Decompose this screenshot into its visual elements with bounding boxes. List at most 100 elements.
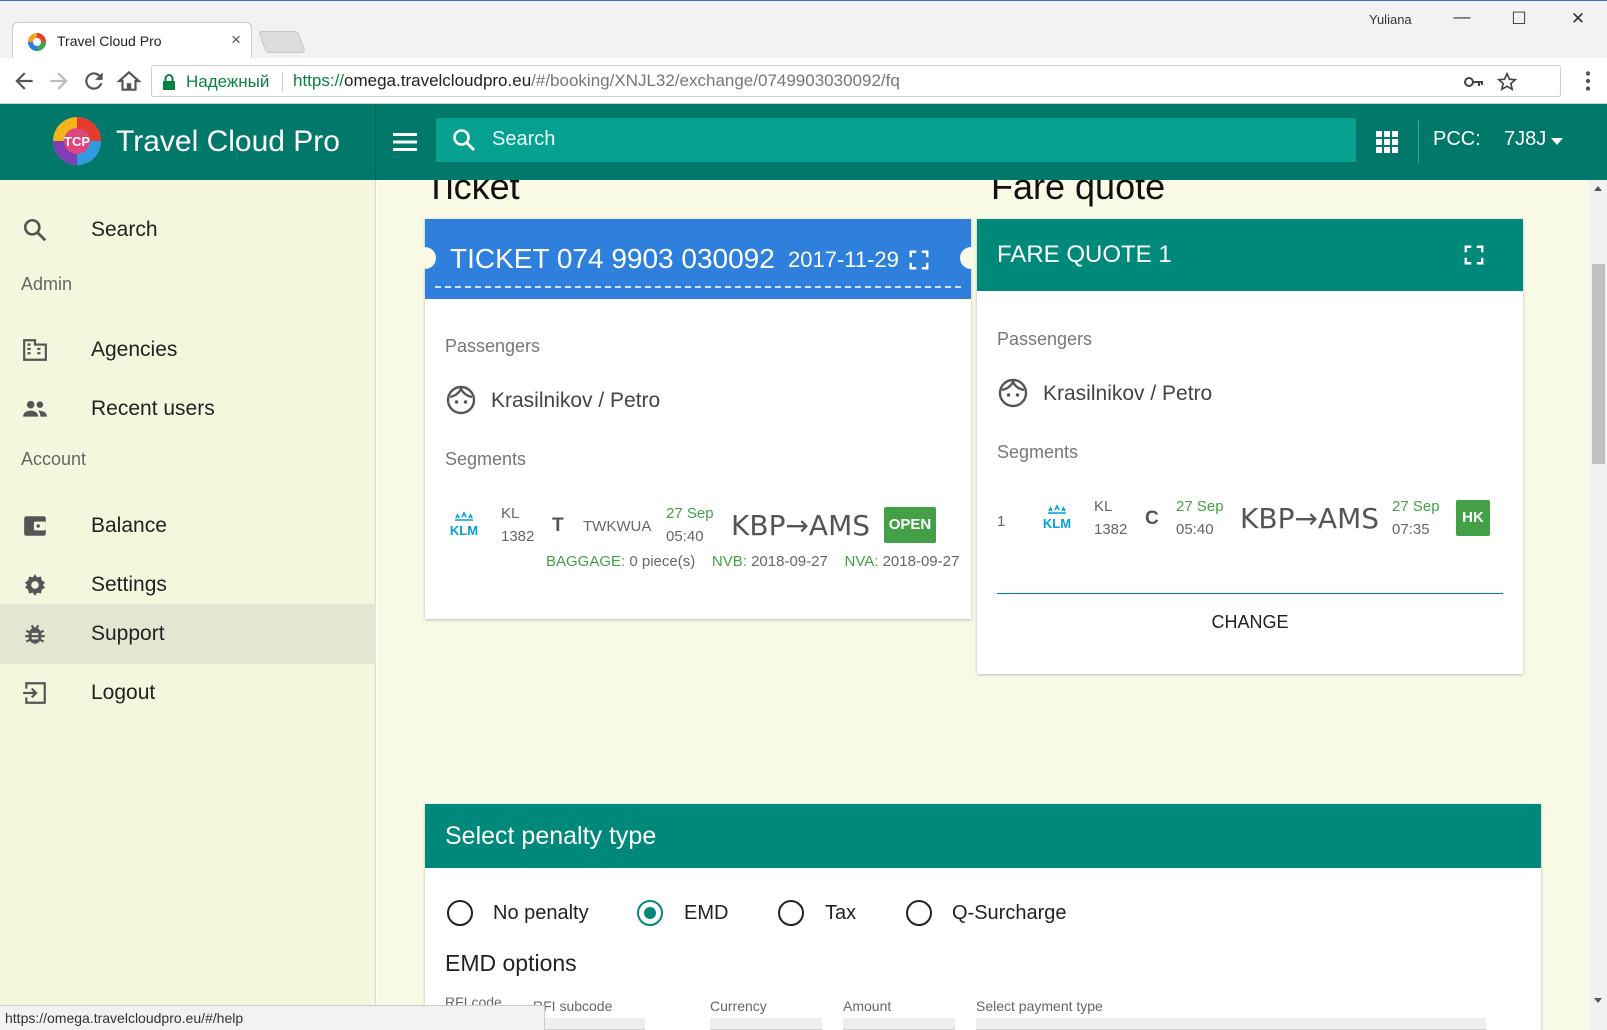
hamburger-menu-icon[interactable] [393,131,419,153]
amount-field[interactable] [843,1018,955,1030]
page-scrollbar[interactable] [1589,180,1607,1030]
window-profile-name[interactable]: Yuliana [1369,12,1412,27]
fare-quote-divider [997,593,1503,594]
fare-quote-heading: Fare quote [991,180,1166,207]
address-bar[interactable]: Надежный https://omega.travelcloudpro.eu… [151,65,1561,97]
ticket-date: 2017-11-29 [788,247,899,272]
new-tab-button[interactable] [257,31,307,53]
search-icon [453,129,475,151]
building-icon [23,339,47,361]
app-header: TCP Travel Cloud Pro Search PCC: 7J8J [0,104,1607,180]
scroll-down-icon[interactable] [1594,998,1602,1003]
arrival-time: 07:35 [1392,521,1430,538]
radio-label-q-surcharge[interactable]: Q-Surcharge [952,902,1067,925]
window-close-icon[interactable]: ✕ [1563,9,1593,29]
radio-q-surcharge[interactable] [906,900,932,926]
tab-close-icon[interactable]: × [231,30,241,50]
global-search-input[interactable]: Search [436,118,1356,162]
passenger-face-icon [998,378,1028,408]
sidebar-item-support[interactable]: Support [0,604,376,664]
sidebar-item-balance[interactable]: Balance [0,496,376,556]
browser-menu-icon[interactable] [1575,68,1601,94]
url-scheme: https:// [293,71,345,90]
ticket-validity-row: BAGGAGE: 0 piece(s) NVB: 2018-09-27 NVA:… [546,553,959,570]
fare-quote-card: FARE QUOTE 1 Passengers Krasilnikov / Pe… [977,219,1523,674]
ticket-passenger-name[interactable]: Krasilnikov / Petro [491,389,660,413]
currency-field[interactable] [710,1018,822,1030]
sidebar-item-recent-users[interactable]: Recent users [0,379,376,439]
pcc-selector[interactable]: 7J8J [1504,128,1546,151]
nva-value: 2018-09-27 [882,553,960,570]
payment-type-select[interactable] [976,1018,1486,1030]
home-icon[interactable] [116,68,142,94]
klm-logo-text: KLM [450,523,478,538]
scroll-up-icon[interactable] [1594,186,1602,191]
pcc-label: PCC: [1433,128,1481,150]
departure-datetime: 27 Sep 05:40 [1176,495,1224,541]
sidebar-item-search[interactable]: Search [0,200,376,260]
klm-logo-icon: KLM [1043,504,1071,531]
arrival-date: 27 Sep [1392,498,1440,515]
url-host: omega.travelcloudpro.eu [344,71,532,90]
browser-tab[interactable]: Travel Cloud Pro × [12,22,252,59]
nvb-value: 2018-09-27 [751,553,828,570]
radio-label-tax[interactable]: Tax [825,902,856,925]
reload-icon[interactable] [81,68,107,94]
fullscreen-icon[interactable] [908,249,930,271]
radio-emd[interactable] [637,900,663,926]
sidebar-section-admin: Admin [21,274,73,294]
maximize-icon[interactable]: ☐ [1504,9,1534,29]
fare-flight: KL 1382 [1094,495,1127,541]
fullscreen-icon[interactable] [1463,244,1485,266]
radio-label-emd[interactable]: EMD [684,902,728,925]
flight-number: 1382 [1094,521,1128,538]
secure-label: Надежный [186,72,270,91]
url-text[interactable]: https://omega.travelcloudpro.eu/#/bookin… [293,71,900,91]
sidebar: Search Admin Agencies Recent users Accou… [0,180,376,1030]
ticket-heading: Ticket [425,180,520,207]
apps-grid-icon[interactable] [1376,131,1398,153]
sidebar-item-logout[interactable]: Logout [0,663,376,723]
sidebar-item-label: Support [91,622,165,645]
ticket-card: TICKET 074 9903 030092 2017-11-29 Passen… [414,219,982,619]
sidebar-item-agencies[interactable]: Agencies [0,320,376,380]
radio-label-no-penalty[interactable]: No penalty [493,902,589,925]
brand-area[interactable]: TCP Travel Cloud Pro [0,104,376,180]
ticket-passengers-label: Passengers [445,336,541,356]
change-button[interactable]: CHANGE [1177,602,1323,642]
rfi-subcode-field[interactable] [533,1018,645,1030]
klm-logo-text: KLM [1043,516,1071,531]
arrival-datetime: 27 Sep 07:35 [1392,495,1440,541]
departure-time: 05:40 [1176,521,1214,538]
radio-no-penalty[interactable] [447,900,473,926]
sidebar-item-label: Logout [91,681,156,704]
logo-text: TCP [64,134,90,149]
sidebar-item-label: Settings [91,573,167,596]
baggage-label: BAGGAGE: [546,553,626,570]
fare-segments-label: Segments [997,442,1079,462]
people-icon [23,400,47,417]
search-icon [23,218,47,242]
browser-titlebar: Travel Cloud Pro × Yuliana — ☐ ✕ [0,0,1607,59]
gear-icon [24,574,46,596]
departure-date: 27 Sep [1176,498,1224,515]
forward-icon[interactable] [46,68,72,94]
ticket-segments-label: Segments [445,449,527,469]
tab-title: Travel Cloud Pro [57,33,162,49]
sidebar-item-label: Balance [91,514,167,537]
sidebar-item-label: Search [91,218,158,241]
bookmark-star-icon[interactable] [1496,71,1518,93]
radio-tax[interactable] [778,900,804,926]
segment-status-badge: HK [1456,500,1490,536]
booking-class: C [1145,508,1159,529]
brand-name: Travel Cloud Pro [116,125,340,158]
key-icon[interactable] [1464,75,1484,89]
pcc-dropdown-icon[interactable] [1551,138,1563,145]
scrollbar-thumb[interactable] [1592,264,1605,464]
minimize-icon[interactable]: — [1447,7,1477,27]
emd-options-heading: EMD options [445,950,577,976]
fare-basis: TWKWUA [583,518,652,535]
logout-icon [23,682,46,704]
fare-passenger-name[interactable]: Krasilnikov / Petro [1043,382,1212,406]
back-icon[interactable] [11,68,37,94]
